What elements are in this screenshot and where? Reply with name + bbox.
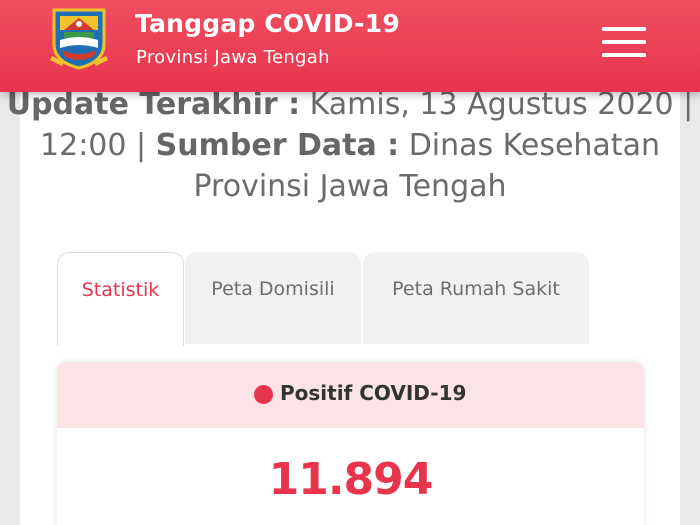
view-tabs: Statistik Peta Domisili Peta Rumah Sakit bbox=[57, 252, 657, 346]
last-update-label: Update Terakhir : bbox=[6, 87, 301, 122]
positive-stat-card: Positif COVID-19 11.894 bbox=[57, 362, 644, 525]
positive-count: 11.894 bbox=[268, 454, 434, 505]
tab-peta-rumah-sakit[interactable]: Peta Rumah Sakit bbox=[363, 252, 589, 344]
stat-card-header: Positif COVID-19 bbox=[57, 362, 644, 428]
tab-label: Peta Rumah Sakit bbox=[392, 278, 560, 300]
app-subtitle: Provinsi Jawa Tengah bbox=[136, 47, 330, 68]
last-update-info: Update Terakhir : Kamis, 13 Agustus 2020… bbox=[0, 84, 700, 207]
app-screen: Update Terakhir : Kamis, 13 Agustus 2020… bbox=[0, 0, 700, 525]
tab-peta-domisili[interactable]: Peta Domisili bbox=[185, 252, 361, 344]
menu-bar bbox=[602, 53, 646, 57]
tab-statistik[interactable]: Statistik bbox=[57, 252, 184, 346]
tab-label: Peta Domisili bbox=[211, 278, 335, 300]
app-title: Tanggap COVID-19 bbox=[135, 9, 400, 38]
data-source-label: Sumber Data : bbox=[155, 128, 400, 163]
tab-label: Statistik bbox=[81, 279, 160, 301]
red-dot-icon bbox=[254, 385, 273, 404]
app-header: Tanggap COVID-19 Provinsi Jawa Tengah bbox=[0, 0, 700, 92]
positive-label: Positif COVID-19 bbox=[280, 381, 467, 405]
jawa-tengah-emblem-icon bbox=[50, 6, 108, 70]
hamburger-menu-icon[interactable] bbox=[600, 24, 648, 60]
menu-bar bbox=[602, 40, 646, 44]
menu-bar bbox=[602, 27, 646, 31]
